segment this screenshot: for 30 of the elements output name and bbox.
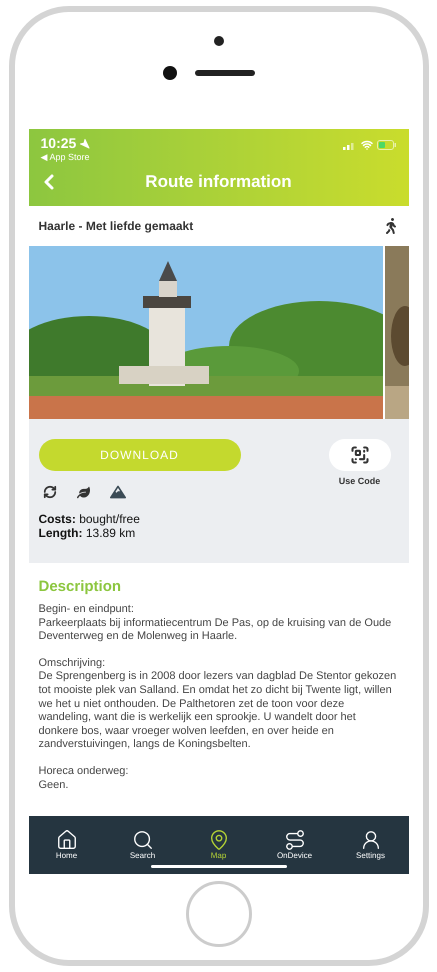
home-icon [56, 829, 78, 851]
tab-bar-item[interactable]: Home [36, 829, 96, 861]
home-button[interactable] [186, 881, 252, 947]
camera-lens [162, 66, 176, 80]
description-paragraph: Omschrijving: De Sprengenberg is in 2008 door lezers van dagblad De Stentor gekozen tot mooiste plek van Salland. En omdat het zo dicht bij Twente ligt, willen we het u niet onthouden. De Palthetoren zet de toon voor deze wandeling, want die is werkelijk een sprookje. U wandelt door het donkere bos, waar vroeger wolven leefden, en over heide en zandverstuivingen, langs de Koningsbelten. [38, 656, 398, 752]
location-arrow-icon [79, 138, 90, 148]
section-heading: Description [38, 577, 122, 597]
refresh-icon [42, 485, 56, 499]
use-code-label: Use Code [338, 475, 380, 488]
tab-bar-item[interactable]: Search [112, 829, 172, 861]
status-time: 10:25 [40, 135, 76, 151]
nav-title: Route information [145, 170, 292, 193]
battery-icon [376, 140, 396, 150]
wifi-icon [360, 139, 372, 151]
qr-code-button[interactable] [328, 439, 390, 471]
mountain-icon [110, 484, 126, 500]
description-paragraph: Horeca onderweg: Geen. [38, 764, 130, 792]
tab-bar-item[interactable]: Settings [340, 829, 400, 861]
route-name: Haarle - Met liefde gemaakt [38, 218, 194, 235]
signal-icon [342, 140, 356, 150]
tab-bar-item[interactable]: Map [188, 829, 248, 861]
leaf-icon [76, 486, 90, 498]
route-fact: Costs: bought/free [38, 512, 141, 526]
search-icon [132, 829, 154, 851]
route-icon [284, 829, 306, 851]
qr-code-icon [350, 445, 370, 465]
speaker-grille [194, 70, 254, 76]
route-fact: Length: 13.89 km [38, 526, 136, 540]
description-paragraph: Begin- en eindpunt: Parkeerplaats bij informatiecentrum De Pas, op de kruising van de Oude Deventerweg en de Molenweg in Haarle. [38, 603, 392, 644]
tab-bar-item[interactable]: OnDevice [264, 829, 324, 861]
